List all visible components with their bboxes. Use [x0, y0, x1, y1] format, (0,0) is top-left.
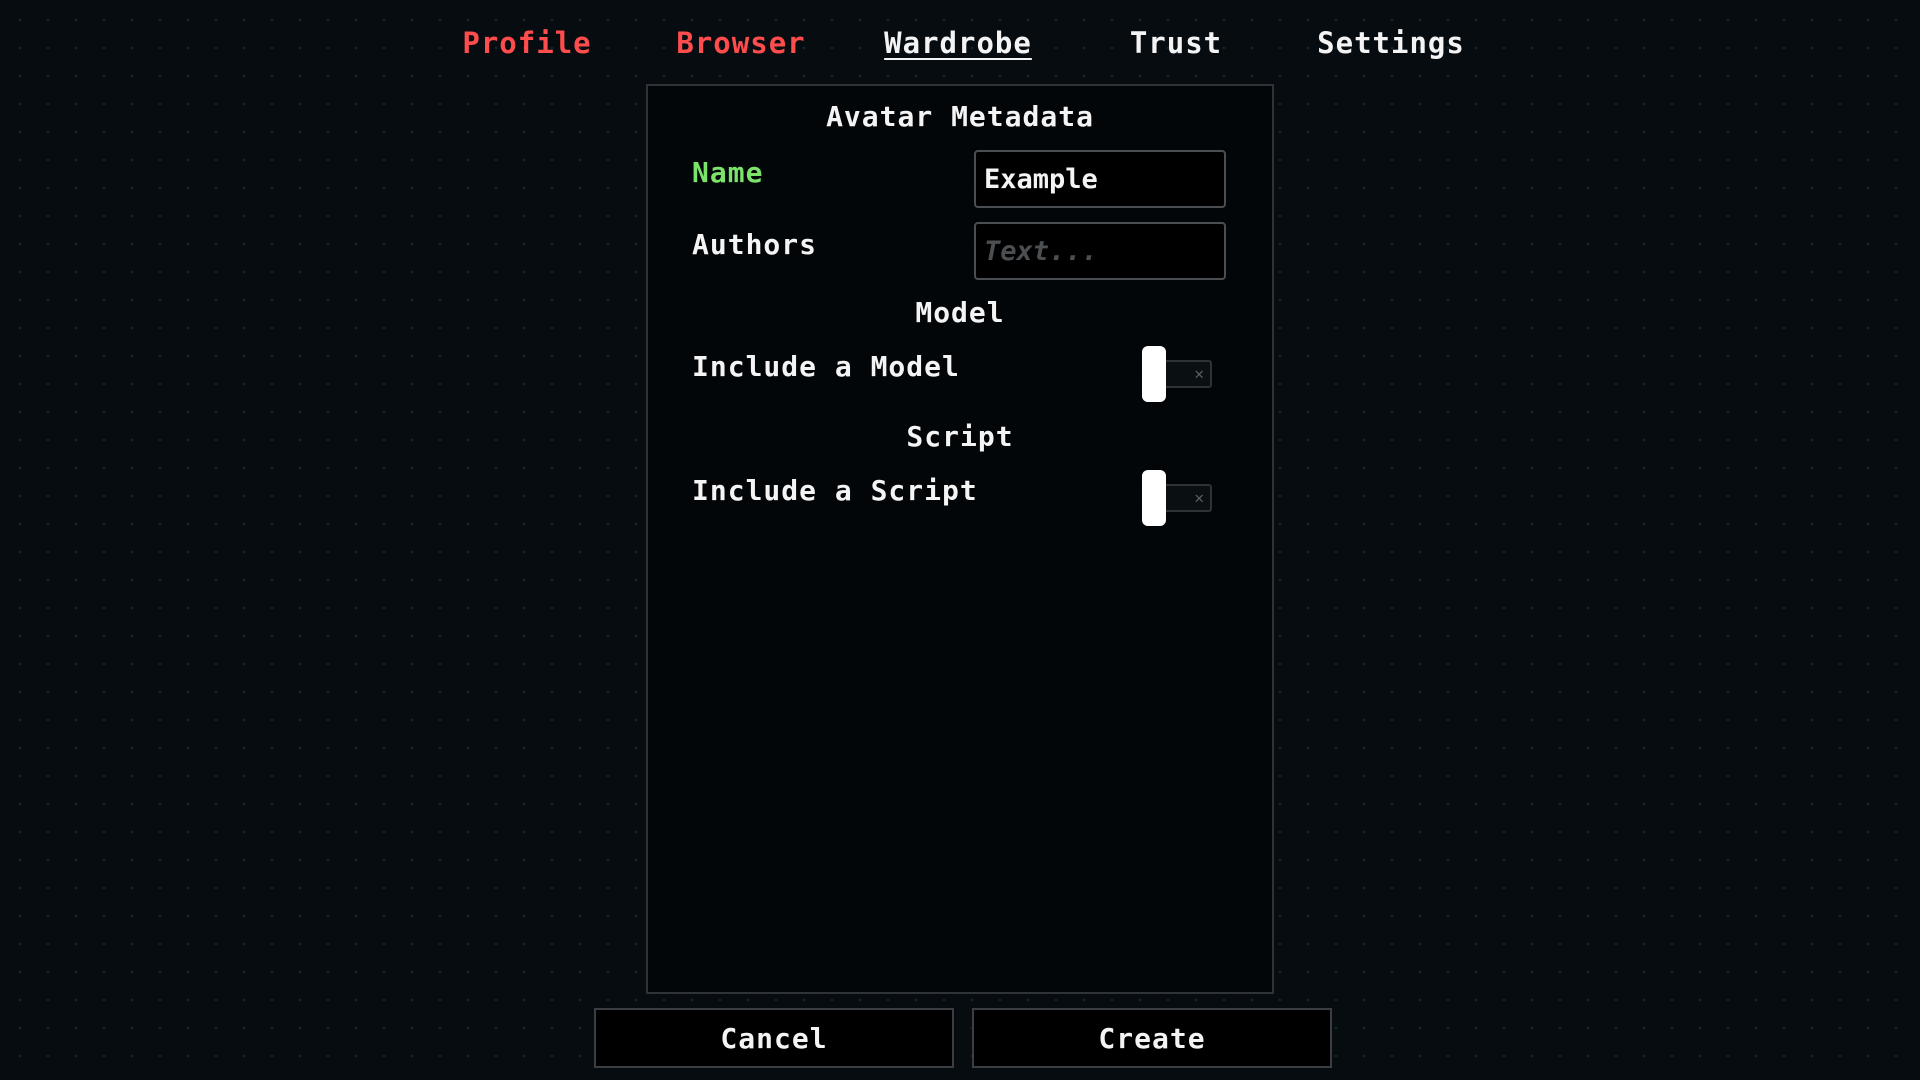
- toggle-track: ✕: [1158, 484, 1212, 512]
- model-heading: Model: [915, 296, 1005, 329]
- toggle-knob[interactable]: [1142, 346, 1166, 402]
- include-script-label: Include a Script: [692, 474, 978, 507]
- tab-settings[interactable]: Settings: [1316, 18, 1466, 68]
- tab-browser[interactable]: Browser: [666, 18, 816, 68]
- include-model-label: Include a Model: [692, 350, 960, 383]
- authors-input[interactable]: [974, 222, 1226, 280]
- script-heading: Script: [906, 420, 1014, 453]
- cancel-button[interactable]: Cancel: [594, 1008, 954, 1068]
- panel-title: Avatar Metadata: [826, 100, 1094, 133]
- name-input[interactable]: [974, 150, 1226, 208]
- avatar-metadata-panel: Avatar Metadata Name Authors Model Inclu…: [646, 84, 1274, 994]
- toggle-track: ✕: [1158, 360, 1212, 388]
- tab-trust[interactable]: Trust: [1116, 18, 1236, 68]
- include-model-toggle[interactable]: ✕: [1142, 346, 1214, 402]
- toggle-knob[interactable]: [1142, 470, 1166, 526]
- authors-label: Authors: [692, 228, 818, 261]
- tab-profile[interactable]: Profile: [462, 18, 592, 68]
- app-root: Profile Browser Wardrobe Trust Settings …: [0, 0, 1920, 1080]
- create-button[interactable]: Create: [972, 1008, 1332, 1068]
- tab-wardrobe[interactable]: Wardrobe: [878, 18, 1038, 68]
- close-icon: ✕: [1194, 488, 1204, 507]
- include-script-toggle[interactable]: ✕: [1142, 470, 1214, 526]
- top-nav: Profile Browser Wardrobe Trust Settings: [0, 18, 1920, 68]
- close-icon: ✕: [1194, 364, 1204, 383]
- name-label: Name: [692, 156, 764, 189]
